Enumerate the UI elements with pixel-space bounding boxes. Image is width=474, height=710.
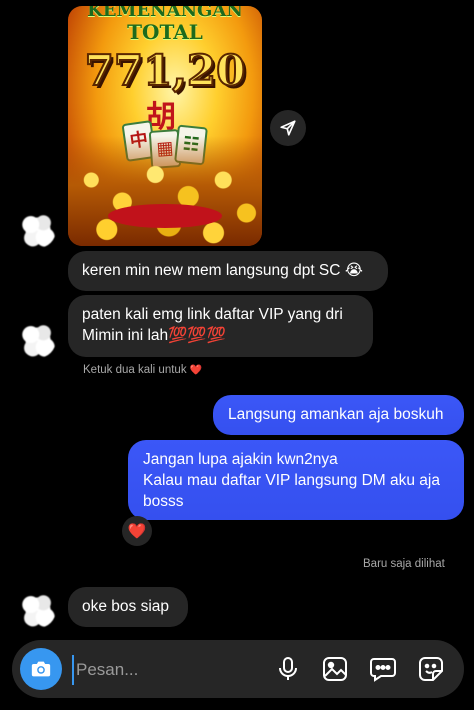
reaction-heart[interactable]: ❤️: [122, 516, 152, 546]
camera-button[interactable]: [20, 648, 62, 690]
avatar[interactable]: [20, 212, 56, 248]
chat-button[interactable]: [369, 655, 397, 683]
share-icon: [280, 120, 296, 136]
double-tap-hint: Ketuk dua kali untuk ❤️: [83, 364, 202, 376]
image-total-label: TOTAL: [127, 20, 203, 44]
message-input[interactable]: [72, 655, 268, 685]
sticker-icon: [419, 657, 443, 681]
red-ingot-base: [108, 204, 222, 228]
avatar[interactable]: [20, 322, 56, 358]
share-button[interactable]: [270, 110, 306, 146]
sticker-button[interactable]: [417, 655, 445, 683]
outgoing-message[interactable]: Langsung amankan aja boskuh: [213, 395, 464, 435]
image-banner-text: KEMENANGAN: [87, 6, 243, 21]
incoming-message[interactable]: keren min new mem langsung dpt SC 😭: [68, 251, 388, 291]
chat-icon: [370, 658, 396, 682]
gallery-icon: [323, 657, 347, 681]
avatar[interactable]: [20, 592, 56, 628]
heart-icon: ❤️: [127, 523, 147, 540]
shared-image[interactable]: KEMENANGAN TOTAL 771,20 胡 中 ▦ ☷: [68, 6, 262, 246]
image-amount: 771,20: [84, 45, 247, 96]
camera-icon: [31, 661, 51, 677]
hint-text: Ketuk dua kali untuk: [83, 364, 187, 376]
seen-status: Baru saja dilihat: [363, 558, 445, 570]
incoming-message[interactable]: oke bos siap: [68, 587, 188, 627]
microphone-icon: [279, 657, 297, 680]
microphone-button[interactable]: [274, 655, 302, 683]
gold-coins: [68, 136, 262, 246]
outgoing-message[interactable]: Jangan lupa ajakin kwn2nya Kalau mau daf…: [128, 440, 464, 520]
incoming-message[interactable]: paten kali emg link daftar VIP yang dri …: [68, 295, 373, 357]
gallery-button[interactable]: [321, 655, 349, 683]
heart-icon: ❤️: [189, 365, 203, 376]
